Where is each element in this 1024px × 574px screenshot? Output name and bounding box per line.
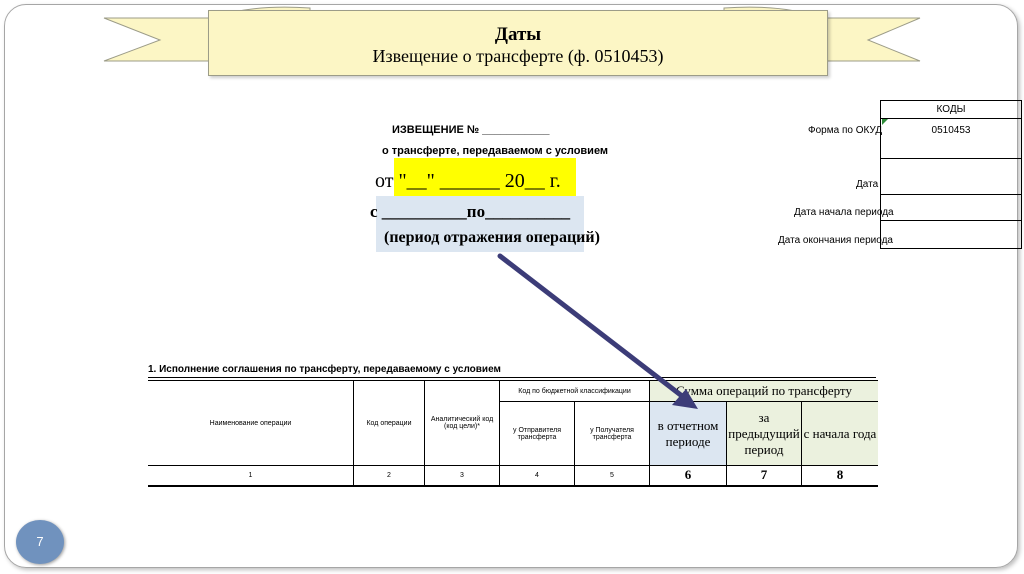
arrow-shaft [497,253,685,399]
page-number-badge: 7 [16,520,64,564]
pointer-arrow [497,253,698,409]
